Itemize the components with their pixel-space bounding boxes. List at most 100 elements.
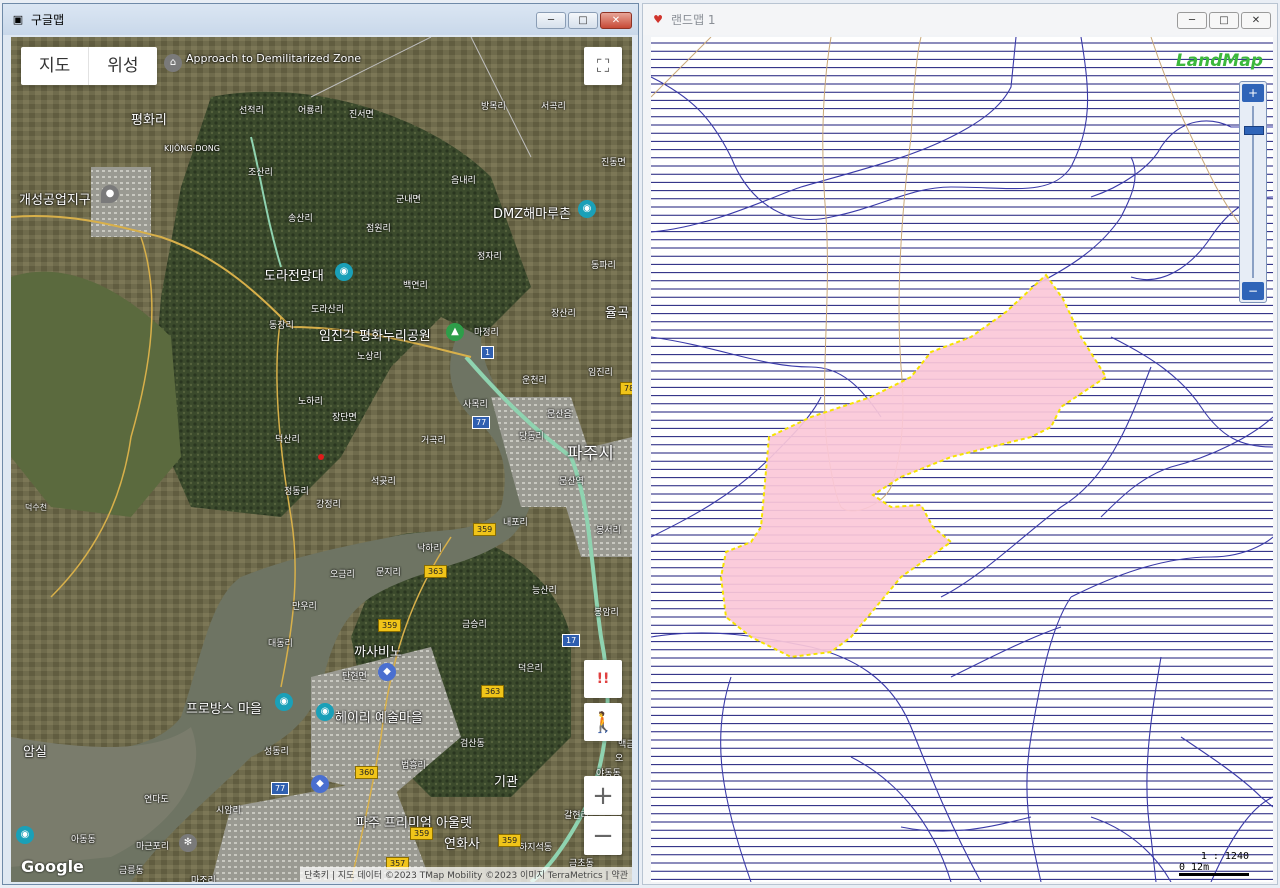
- place-label[interactable]: 당동리: [519, 429, 544, 442]
- place-label[interactable]: 성동리: [264, 744, 289, 757]
- place-label[interactable]: 덕수천: [25, 502, 47, 513]
- place-label[interactable]: 진동면: [601, 155, 626, 168]
- map-attribution[interactable]: 단축키 | 지도 데이터 ©2023 TMap Mobility ©2023 이…: [300, 867, 632, 882]
- satellite-map[interactable]: 지도 위성 ⛶ Approach to Demilitarized Zone 평화…: [11, 37, 632, 882]
- place-label[interactable]: 덕산리: [275, 432, 300, 445]
- place-label[interactable]: 노상리: [357, 349, 382, 362]
- place-label[interactable]: 하지석동: [519, 840, 552, 853]
- place-label[interactable]: 율곡: [605, 302, 629, 321]
- report-button[interactable]: !!: [584, 660, 622, 698]
- place-label[interactable]: 마근포리: [136, 839, 169, 852]
- place-label[interactable]: 아동동: [71, 832, 96, 845]
- zoom-out-button[interactable]: −: [1242, 282, 1264, 300]
- zoom-out-button[interactable]: −: [584, 816, 622, 855]
- selected-parcel[interactable]: [719, 273, 1108, 659]
- maximize-button[interactable]: □: [1209, 12, 1239, 29]
- close-button[interactable]: ✕: [600, 12, 632, 29]
- place-label[interactable]: 프로방스 마을: [186, 698, 262, 717]
- camera-icon[interactable]: ◉: [335, 263, 353, 281]
- place-label[interactable]: 탄현면: [342, 669, 367, 682]
- place-label[interactable]: 법흥리: [401, 758, 426, 771]
- fullscreen-button[interactable]: ⛶: [584, 47, 622, 85]
- place-label[interactable]: 점원리: [366, 221, 391, 234]
- pegman-icon[interactable]: 🚶: [584, 703, 622, 741]
- place-label[interactable]: 연화사: [444, 833, 480, 852]
- place-label[interactable]: 파주시: [567, 439, 614, 464]
- place-label[interactable]: DMZ해마루촌: [493, 203, 571, 222]
- location-pin-icon[interactable]: ●: [101, 185, 119, 203]
- place-label[interactable]: 운천리: [522, 373, 547, 386]
- place-label[interactable]: 조산리: [248, 165, 273, 178]
- place-label[interactable]: 거곡리: [421, 433, 446, 446]
- place-label[interactable]: 마정리: [474, 325, 499, 338]
- place-label[interactable]: 만우리: [292, 599, 317, 612]
- title-bar[interactable]: ▣ 구글맵 ─ □ ✕: [3, 4, 638, 35]
- cadastral-map[interactable]: LandMap + − 1 : 1240 0 12m: [651, 37, 1273, 882]
- place-label[interactable]: 군내면: [396, 192, 421, 205]
- place-label[interactable]: 강정리: [316, 497, 341, 510]
- park-icon[interactable]: ▲: [446, 323, 464, 341]
- place-label[interactable]: KIJŎNG-DONG: [164, 144, 220, 153]
- place-label[interactable]: 헤이리 예술마을: [335, 707, 423, 726]
- place-label[interactable]: 임진각 평화누리공원: [319, 325, 431, 344]
- place-label[interactable]: 정동리: [284, 484, 309, 497]
- camera-icon[interactable]: ◉: [275, 693, 293, 711]
- zoom-slider[interactable]: + −: [1239, 81, 1267, 303]
- place-label[interactable]: 장산리: [551, 306, 576, 319]
- place-label[interactable]: 문산역: [559, 474, 584, 487]
- place-label[interactable]: 사목리: [463, 397, 488, 410]
- place-label[interactable]: 금릉동: [119, 863, 144, 876]
- temple-icon[interactable]: ✻: [179, 834, 197, 852]
- place-label[interactable]: 문산읍: [547, 407, 572, 420]
- zoom-in-button[interactable]: +: [1242, 84, 1264, 102]
- place-label[interactable]: 오: [615, 751, 623, 764]
- place-label[interactable]: 선적리: [239, 103, 264, 116]
- place-label[interactable]: 오금리: [330, 567, 355, 580]
- place-label[interactable]: 대동리: [268, 636, 293, 649]
- place-label[interactable]: 노하리: [298, 394, 323, 407]
- place-label[interactable]: 임진리: [588, 365, 613, 378]
- place-label[interactable]: 정자리: [477, 249, 502, 262]
- place-label[interactable]: 동장리: [269, 318, 294, 331]
- place-label[interactable]: 서곡리: [541, 99, 566, 112]
- shopping-icon[interactable]: ◆: [378, 663, 396, 681]
- place-label[interactable]: Approach to Demilitarized Zone: [186, 52, 361, 65]
- place-label[interactable]: 송산리: [288, 211, 313, 224]
- close-button[interactable]: ✕: [1241, 12, 1271, 29]
- place-label[interactable]: 금승리: [462, 617, 487, 630]
- place-label[interactable]: 기관: [494, 771, 518, 790]
- maximize-button[interactable]: □: [568, 12, 598, 29]
- place-label[interactable]: 연다도: [144, 792, 169, 805]
- map-type-toggle[interactable]: 지도 위성: [21, 47, 157, 85]
- place-label[interactable]: 암실: [23, 741, 47, 760]
- place-label[interactable]: 백연리: [403, 278, 428, 291]
- place-label[interactable]: 시암리: [216, 803, 241, 816]
- place-label[interactable]: 석곶리: [371, 474, 396, 487]
- camera-icon[interactable]: ◉: [16, 826, 34, 844]
- zoom-thumb[interactable]: [1244, 125, 1264, 135]
- title-bar[interactable]: ♥ 랜드맵 1 ─ □ ✕: [643, 4, 1277, 35]
- minimize-button[interactable]: ─: [536, 12, 566, 29]
- place-label[interactable]: 내포리: [503, 515, 528, 528]
- place-label[interactable]: 개성공업지구: [19, 189, 91, 208]
- place-label[interactable]: 문지리: [376, 565, 401, 578]
- place-label[interactable]: 방목리: [481, 99, 506, 112]
- map-type-map-button[interactable]: 지도: [21, 47, 88, 85]
- place-label[interactable]: 동파리: [591, 258, 616, 271]
- place-label[interactable]: 도라산리: [311, 302, 344, 315]
- place-label[interactable]: 봉암리: [594, 605, 619, 618]
- camera-icon[interactable]: ◉: [578, 200, 596, 218]
- place-label[interactable]: 검산동: [460, 736, 485, 749]
- place-label[interactable]: 까사비노: [354, 641, 402, 660]
- place-label[interactable]: 도라전망대: [264, 265, 324, 284]
- place-label[interactable]: 음내리: [451, 173, 476, 186]
- place-label[interactable]: 봉서리: [596, 523, 621, 536]
- camera-icon[interactable]: ◉: [316, 703, 334, 721]
- map-type-satellite-button[interactable]: 위성: [88, 47, 156, 85]
- place-label[interactable]: 마조리: [191, 873, 216, 882]
- place-label[interactable]: 덕은리: [518, 661, 543, 674]
- place-label[interactable]: 진서면: [349, 107, 374, 120]
- shopping-icon[interactable]: ◆: [311, 775, 329, 793]
- place-label[interactable]: 평화리: [131, 109, 167, 128]
- landmark-icon[interactable]: ⌂: [164, 54, 182, 72]
